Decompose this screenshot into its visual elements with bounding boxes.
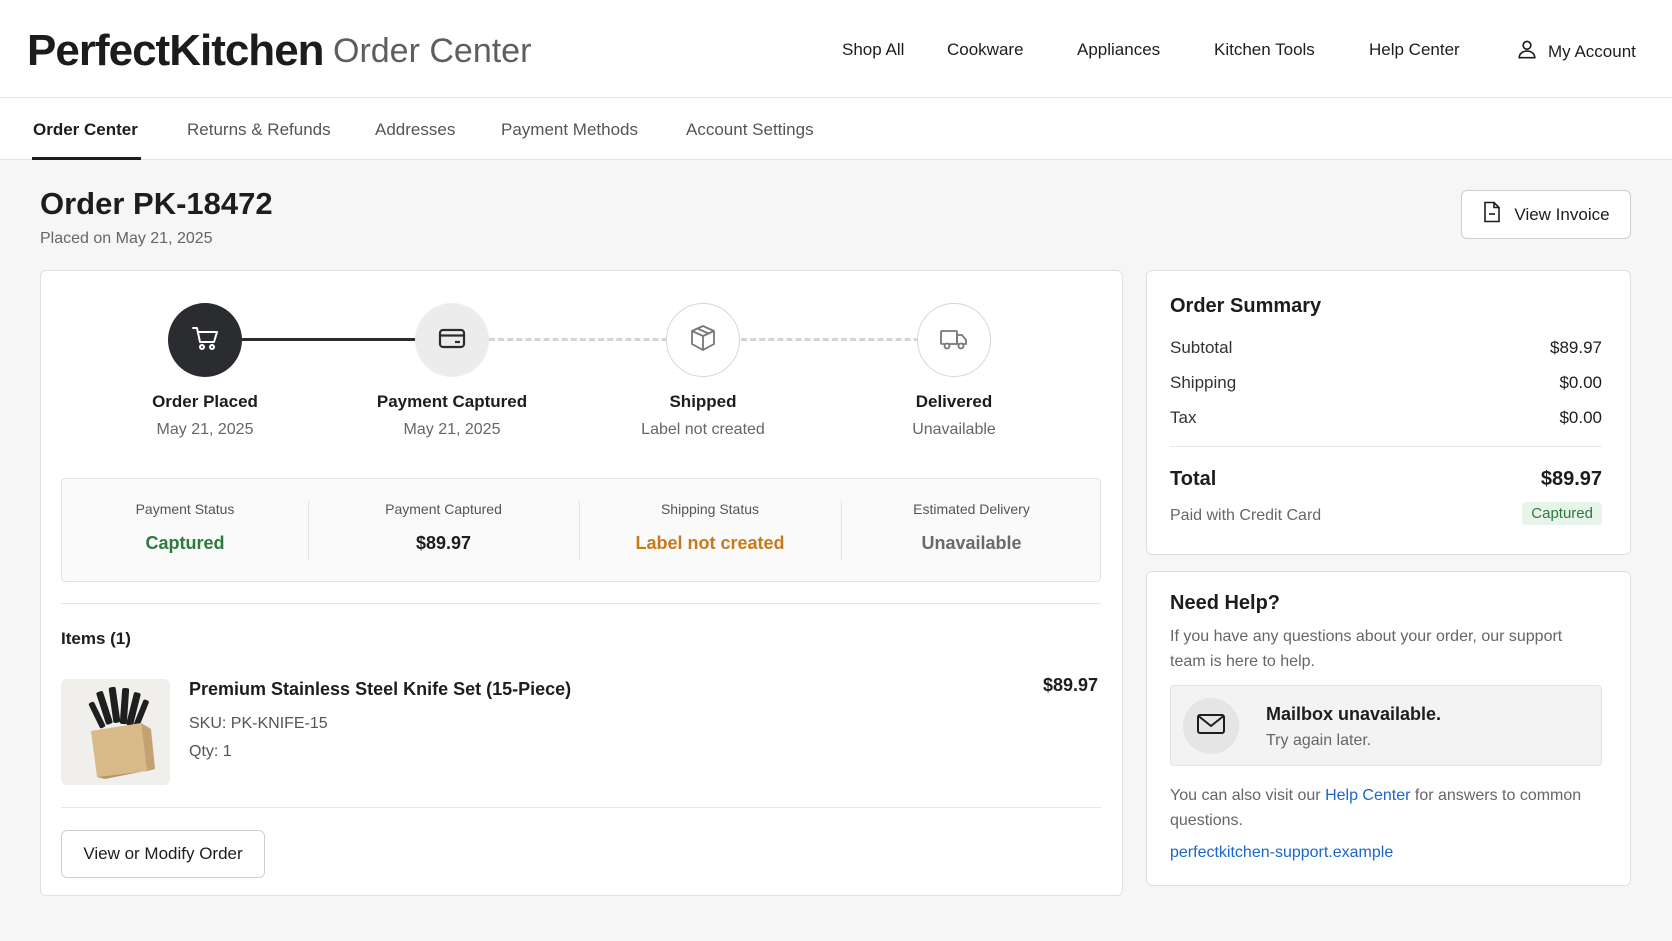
step-status: Label not created xyxy=(641,421,765,438)
tab-order-center[interactable]: Order Center xyxy=(33,120,138,140)
step-label: Delivered xyxy=(915,392,993,411)
credit-card-icon xyxy=(436,322,468,359)
support-site-link[interactable]: perfectkitchen-support.example xyxy=(1170,844,1393,862)
nav-shop-all[interactable]: Shop All xyxy=(842,40,904,60)
order-placed-date: Placed on May 21, 2025 xyxy=(40,230,213,247)
summary-row-subtotal: Subtotal $89.97 xyxy=(1170,338,1602,358)
progress-line-pending xyxy=(489,338,695,341)
total-value: $89.97 xyxy=(1540,468,1602,490)
summary-label: Shipping xyxy=(1170,373,1237,392)
estimated-delivery-value: Unavailable xyxy=(921,533,1022,553)
account-subnav: Order Center Returns & Refunds Addresses… xyxy=(0,98,1672,160)
cart-icon xyxy=(189,322,221,359)
step-label: Order Placed xyxy=(152,392,258,411)
nav-kitchen-tools[interactable]: Kitchen Tools xyxy=(1214,40,1315,60)
step-date: May 21, 2025 xyxy=(156,421,254,438)
summary-row-shipping: Shipping $0.00 xyxy=(1170,373,1602,393)
summary-value: $89.97 xyxy=(1550,338,1602,357)
mailbox-subtitle: Try again later. xyxy=(1266,732,1372,749)
help-title: Need Help? xyxy=(1170,592,1281,614)
order-details-card: Order Placed May 21, 2025 Payment Captur… xyxy=(40,270,1123,896)
step-payment-captured xyxy=(415,303,489,377)
brand-logo[interactable]: PerfectKitchen xyxy=(27,26,325,76)
summary-value: $0.00 xyxy=(1559,408,1602,427)
product-price: $89.97 xyxy=(1042,675,1098,695)
nav-appliances[interactable]: Appliances xyxy=(1077,40,1160,60)
box-icon xyxy=(687,322,719,359)
payment-captured-value: $89.97 xyxy=(415,533,472,553)
step-label: Payment Captured xyxy=(376,392,528,411)
status-label: Estimated Delivery xyxy=(913,501,1030,517)
total-label: Total xyxy=(1170,468,1217,490)
product-qty: Qty: 1 xyxy=(189,743,232,760)
tab-addresses[interactable]: Addresses xyxy=(375,120,455,140)
document-icon xyxy=(1482,201,1502,228)
help-center-link[interactable]: Help Center xyxy=(1325,787,1410,804)
order-summary-title: Order Summary xyxy=(1170,295,1322,317)
step-shipped xyxy=(666,303,740,377)
tab-account-settings[interactable]: Account Settings xyxy=(686,120,814,140)
tab-payment-methods[interactable]: Payment Methods xyxy=(501,120,638,140)
step-label: Shipped xyxy=(669,392,737,411)
order-status-summary: Payment Status Captured Payment Captured… xyxy=(61,478,1101,582)
help-footer-text: You can also visit our Help Center for a… xyxy=(1170,783,1590,833)
payment-method-text: Paid with Credit Card xyxy=(1170,507,1322,524)
summary-divider xyxy=(1170,446,1602,447)
tab-returns-refunds[interactable]: Returns & Refunds xyxy=(187,120,331,140)
summary-row-tax: Tax $0.00 xyxy=(1170,408,1602,428)
status-badge: Captured xyxy=(1522,502,1602,525)
nav-cookware[interactable]: Cookware xyxy=(947,40,1024,60)
step-date: May 21, 2025 xyxy=(403,421,501,438)
estimated-delivery-col: Estimated Delivery Unavailable xyxy=(841,479,1102,583)
status-label: Shipping Status xyxy=(660,501,760,517)
step-status: Unavailable xyxy=(912,421,996,438)
mailbox-status: Mailbox unavailable. Try again later. xyxy=(1170,685,1602,766)
brand-subtitle: Order Center xyxy=(333,32,532,70)
status-label: Payment Captured xyxy=(385,501,502,517)
step-delivered xyxy=(917,303,991,377)
shipping-status-col: Shipping Status Label not created xyxy=(579,479,841,583)
view-invoice-button[interactable]: View Invoice xyxy=(1461,190,1631,239)
section-divider xyxy=(61,807,1101,808)
payment-status-col: Payment Status Captured xyxy=(62,479,308,583)
truck-icon xyxy=(938,322,970,359)
product-image[interactable] xyxy=(61,679,170,785)
step-order-placed xyxy=(168,303,242,377)
site-header: PerfectKitchen Order Center Shop All Coo… xyxy=(0,0,1672,98)
view-modify-order-button[interactable]: View or Modify Order xyxy=(61,830,265,878)
summary-total-row: Total $89.97 xyxy=(1170,468,1602,491)
summary-label: Subtotal xyxy=(1170,338,1233,357)
summary-label: Tax xyxy=(1170,408,1197,427)
items-heading: Items (1) xyxy=(61,629,131,648)
active-tab-indicator xyxy=(32,157,141,160)
product-name[interactable]: Premium Stainless Steel Knife Set (15-Pi… xyxy=(189,679,571,700)
view-invoice-label: View Invoice xyxy=(1514,204,1610,224)
payment-status-value: Captured xyxy=(145,533,225,553)
payment-captured-col: Payment Captured $89.97 xyxy=(308,479,579,583)
help-description: If you have any questions about your ord… xyxy=(1170,628,1563,670)
section-divider xyxy=(61,603,1101,604)
mail-icon xyxy=(1196,712,1226,741)
page-title: Order PK-18472 xyxy=(40,186,273,221)
mailbox-title: Mailbox unavailable. xyxy=(1266,704,1442,724)
my-account-link[interactable]: My Account xyxy=(1516,38,1636,65)
help-footer-prefix: You can also visit our xyxy=(1170,787,1326,804)
summary-value: $0.00 xyxy=(1559,373,1602,392)
need-help-card: Need Help? If you have any questions abo… xyxy=(1146,571,1631,886)
product-sku: SKU: PK-KNIFE-15 xyxy=(189,715,328,732)
user-icon xyxy=(1516,38,1538,65)
order-summary-card: Order Summary Subtotal $89.97 Shipping $… xyxy=(1146,270,1631,555)
mail-icon-wrapper xyxy=(1183,698,1239,754)
my-account-label: My Account xyxy=(1548,41,1636,61)
status-label: Payment Status xyxy=(135,501,235,517)
nav-help-center[interactable]: Help Center xyxy=(1369,40,1460,60)
shipping-status-value: Label not created xyxy=(635,533,785,553)
